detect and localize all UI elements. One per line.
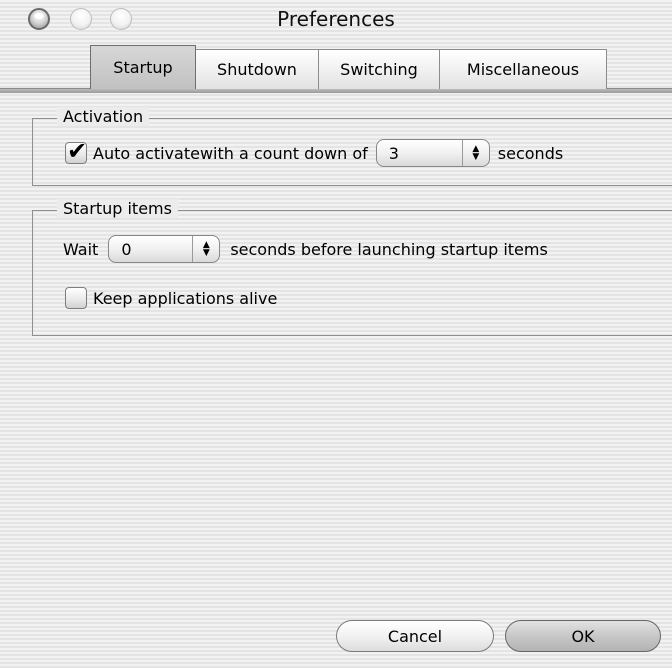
startup-items-group: Startup items Wait 0 ▲ ▼ seconds before l…	[32, 199, 672, 336]
wait-value[interactable]: 0	[109, 240, 192, 259]
window-title: Preferences	[277, 7, 395, 31]
startup-items-group-title: Startup items	[57, 199, 178, 218]
wait-label: Wait	[63, 239, 99, 259]
countdown-value[interactable]: 3	[377, 144, 462, 163]
ok-button[interactable]: OK	[505, 620, 661, 652]
tab-shutdown[interactable]: Shutdown	[195, 49, 319, 89]
tab-switching[interactable]: Switching	[318, 49, 440, 89]
countdown-suffix-label: seconds	[497, 143, 564, 163]
wait-row: Wait 0 ▲ ▼ seconds before launching start…	[63, 235, 548, 263]
auto-activate-label[interactable]: Auto activate	[93, 144, 200, 163]
countdown-prefix-label: with a count down of	[199, 143, 368, 163]
title-bar: Preferences	[0, 0, 672, 44]
keep-alive-checkbox[interactable]	[65, 287, 87, 309]
stepper-arrows-icon[interactable]: ▲ ▼	[192, 236, 219, 262]
keep-alive-row: Keep applications alive	[65, 287, 277, 309]
wait-stepper[interactable]: 0 ▲ ▼	[108, 235, 221, 263]
tab-miscellaneous[interactable]: Miscellaneous	[439, 49, 607, 89]
tab-bar: Startup Shutdown Switching Miscellaneous	[90, 45, 607, 89]
keep-alive-label[interactable]: Keep applications alive	[93, 289, 277, 308]
tab-startup[interactable]: Startup	[90, 45, 196, 89]
activation-row: Auto activatewith a count down of 3 ▲▼ s…	[65, 137, 564, 167]
countdown-stepper[interactable]: 3 ▲ ▼	[375, 139, 490, 167]
activation-group: Activation Auto activatewith a count dow…	[32, 107, 672, 186]
activation-group-title: Activation	[57, 107, 150, 126]
cancel-button[interactable]: Cancel	[336, 620, 494, 652]
stepper-arrows-icon[interactable]: ▲ ▼	[461, 140, 489, 166]
wait-suffix-label: seconds before launching startup items	[230, 239, 548, 259]
auto-activate-checkbox[interactable]	[65, 137, 87, 165]
